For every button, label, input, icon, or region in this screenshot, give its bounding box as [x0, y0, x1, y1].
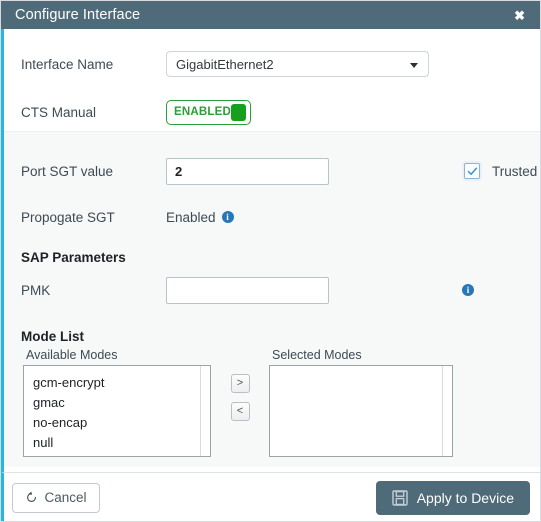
port-sgt-input[interactable]	[166, 157, 329, 185]
transfer-buttons: > <	[211, 348, 269, 421]
mode-list-transfer: Available Modes gcm-encrypt gmac no-encap n…	[4, 348, 540, 457]
propogate-sgt-field: Enabled i	[166, 210, 431, 225]
available-modes-caption: Available Modes	[26, 348, 118, 362]
propogate-sgt-value-wrap: Enabled i	[166, 210, 431, 225]
add-mode-button[interactable]: >	[230, 374, 250, 393]
trusted-label: Trusted	[492, 163, 538, 179]
selected-modes-column: Selected Modes	[269, 348, 453, 457]
cts-manual-field: ENABLED	[166, 99, 431, 125]
interface-section: Interface Name GigabitEthernet2 CTS Manu…	[4, 29, 540, 131]
cts-manual-toggle[interactable]: ENABLED	[166, 99, 251, 125]
mode-list-heading: Mode List	[21, 329, 84, 344]
close-icon[interactable]: ✖	[509, 6, 530, 25]
available-modes-listbox[interactable]: gcm-encrypt gmac no-encap null	[23, 365, 211, 457]
dialog-title: Configure Interface	[15, 7, 141, 23]
available-modes-column: Available Modes gcm-encrypt gmac no-encap n…	[23, 348, 211, 457]
trusted-checkbox-wrap[interactable]: Trusted	[464, 163, 537, 179]
sgt-sap-section: Port SGT value Trusted Propogate SGT	[4, 131, 540, 467]
cts-manual-label: CTS Manual	[21, 104, 97, 120]
check-icon	[467, 167, 477, 175]
selected-modes-listbox[interactable]	[269, 365, 453, 457]
list-item[interactable]: no-encap	[33, 413, 210, 433]
port-sgt-field	[166, 157, 431, 185]
apply-to-device-button[interactable]: Apply to Device	[375, 480, 530, 515]
apply-button-label: Apply to Device	[416, 489, 514, 506]
remove-mode-button[interactable]: <	[230, 402, 250, 421]
list-item[interactable]: gcm-encrypt	[33, 373, 210, 393]
cancel-button[interactable]: Cancel	[12, 482, 100, 513]
propogate-sgt-label: Propogate SGT	[21, 209, 115, 225]
list-item[interactable]: gmac	[33, 393, 210, 413]
cts-manual-state-label: ENABLED	[174, 106, 231, 118]
configure-interface-dialog: Configure Interface ✖ Interface Name Gig…	[0, 0, 541, 522]
interface-name-select[interactable]: GigabitEthernet2	[166, 51, 429, 77]
port-sgt-row: Port SGT value Trusted	[4, 154, 540, 188]
port-sgt-label: Port SGT value	[21, 163, 114, 179]
chevron-down-icon	[410, 63, 418, 68]
interface-name-label: Interface Name	[21, 56, 114, 72]
dialog-titlebar: Configure Interface ✖	[1, 1, 540, 29]
trusted-checkbox[interactable]	[464, 163, 480, 179]
pmk-info-icon[interactable]: i	[462, 284, 474, 296]
pmk-row: PMK i	[4, 273, 540, 307]
cancel-button-label: Cancel	[44, 490, 87, 505]
selected-modes-caption: Selected Modes	[272, 348, 362, 362]
undo-arrow-icon	[27, 491, 37, 502]
dialog-footer: Cancel Apply to Device	[1, 472, 540, 521]
pmk-label: PMK	[21, 282, 51, 298]
interface-name-row: Interface Name GigabitEthernet2	[4, 47, 540, 81]
propogate-sgt-row: Propogate SGT Enabled i	[4, 200, 540, 234]
list-item[interactable]: null	[33, 433, 210, 453]
toggle-knob-icon	[231, 103, 246, 121]
dialog-body: Interface Name GigabitEthernet2 CTS Manu…	[1, 29, 540, 472]
pmk-input[interactable]	[166, 276, 329, 304]
propogate-sgt-value: Enabled	[166, 209, 216, 225]
sap-parameters-heading: SAP Parameters	[21, 250, 126, 265]
save-icon	[392, 489, 408, 506]
pmk-field	[166, 276, 431, 304]
interface-name-field: GigabitEthernet2	[166, 51, 431, 77]
interface-name-value: GigabitEthernet2	[176, 56, 274, 72]
cts-manual-row: CTS Manual ENABLED	[4, 95, 540, 129]
info-icon[interactable]: i	[221, 211, 234, 223]
